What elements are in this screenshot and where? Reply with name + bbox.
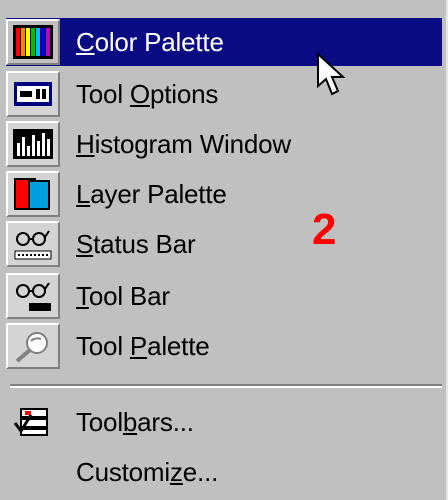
menu-item-label: Tool Bar (76, 280, 170, 311)
status-bar-icon (6, 221, 60, 267)
menu-item-status-bar[interactable]: Status Bar (6, 220, 442, 268)
menu-item-tool-options[interactable]: Tool Options (6, 70, 442, 118)
menu-item-label: Color Palette (76, 26, 224, 57)
histogram-icon (6, 121, 60, 167)
menu-item-tool-bar[interactable]: Tool Bar (6, 272, 442, 320)
menu-item-tool-palette[interactable]: Tool Palette (6, 322, 442, 370)
tool-palette-icon (6, 323, 60, 369)
menu-item-histogram-window[interactable]: Histogram Window (6, 120, 442, 168)
menu-item-label: Status Bar (76, 228, 196, 259)
toolbars-icon (6, 399, 60, 445)
layer-palette-icon (6, 171, 60, 217)
menu-item-label: Tool Options (76, 78, 219, 109)
empty-icon-slot (6, 449, 60, 495)
color-palette-icon (6, 19, 60, 65)
menu-item-customize[interactable]: Customize... (6, 448, 442, 496)
mouse-pointer-icon (317, 52, 346, 96)
menu-item-label: Toolbars... (76, 406, 194, 437)
menu-item-label: Tool Palette (76, 330, 210, 361)
menu-item-layer-palette[interactable]: Layer Palette (6, 170, 442, 218)
menu-item-toolbars[interactable]: Toolbars... (6, 398, 442, 446)
menu-item-label: Histogram Window (76, 128, 291, 159)
menu-item-label: Customize... (76, 456, 219, 487)
menu-item-color-palette[interactable]: Color Palette (6, 18, 442, 66)
tool-bar-icon (6, 273, 60, 319)
menu-item-label: Layer Palette (76, 178, 227, 209)
tool-options-icon (6, 71, 60, 117)
menu-separator (10, 384, 442, 388)
annotation-number: 2 (312, 205, 337, 254)
view-menu: Color Palette Tool Options Histogram Win… (0, 0, 448, 500)
